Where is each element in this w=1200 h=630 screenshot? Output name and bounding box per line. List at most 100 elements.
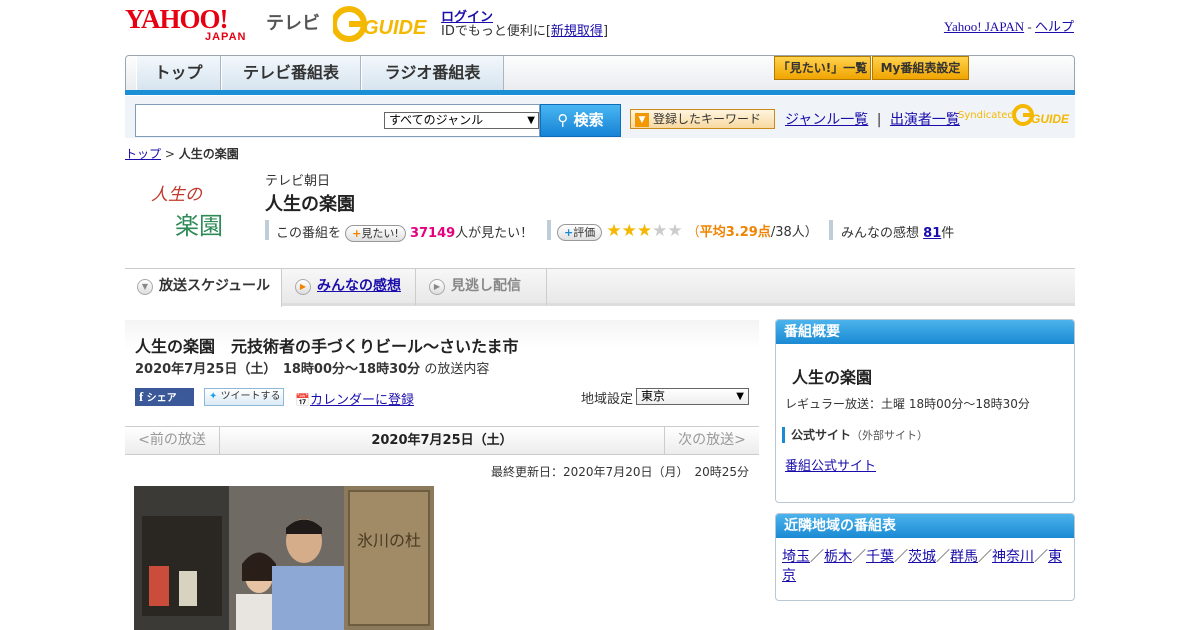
nav-underline xyxy=(125,90,1075,95)
chevron-down-icon: ▼ xyxy=(137,279,153,295)
global-nav: トップ テレビ番組表 ラジオ番組表 「見たい!」一覧 My番組表設定 xyxy=(125,55,1075,95)
official-site-label: 公式サイト xyxy=(791,428,852,442)
region-link-gunma[interactable]: 群馬 xyxy=(950,549,978,565)
tv-label[interactable]: テレビ xyxy=(266,9,320,35)
regular-broadcast: レギュラー放送：土曜 18時00分～18時30分 xyxy=(785,397,1030,411)
tab-schedule-label: 放送スケジュール xyxy=(159,278,271,294)
signup-link[interactable]: 新規取得 xyxy=(551,24,603,39)
top-right-links: Yahoo! JAPAN - ヘルプ xyxy=(944,16,1074,35)
last-updated: 最終更新日：2020年7月20日（月） 20時25分 xyxy=(491,465,749,479)
nav-tab-top[interactable]: トップ xyxy=(136,56,221,90)
tab-schedule[interactable]: ▼ 放送スケジュール xyxy=(125,269,282,307)
external-site-note: （外部サイト） xyxy=(851,429,929,442)
rating-average: 平均3.29点 xyxy=(699,225,771,240)
region-sep: ／ xyxy=(1034,549,1048,565)
star-filled-icons: ★★★ xyxy=(606,221,653,241)
region-sep: ／ xyxy=(936,549,950,565)
program-logo-text-1: 人生の xyxy=(151,185,202,205)
facebook-share-label: シェア xyxy=(146,393,177,404)
mitai-stat-pre: この番組を xyxy=(276,226,342,241)
rating-stat: +評価 ★★★★★ （平均3.29点/38人） xyxy=(557,221,818,241)
my-schedule-button[interactable]: My番組表設定 xyxy=(872,56,969,80)
region-link-chiba[interactable]: 千葉 xyxy=(866,549,894,565)
yahoo-japan-logo[interactable]: YAHOO! JAPAN xyxy=(125,6,263,44)
help-link[interactable]: ヘルプ xyxy=(1035,19,1074,34)
rate-button[interactable]: +評価 xyxy=(557,224,603,241)
chevron-right-icon: ▶ xyxy=(295,279,311,295)
breadcrumb-sep: > xyxy=(161,147,179,161)
program-overview-heading: 番組概要 xyxy=(776,320,1074,344)
region-sep: ／ xyxy=(852,549,866,565)
program-tabs: ▼ 放送スケジュール ▶ みんなの感想 ▶ 見逃し配信 xyxy=(125,268,1075,307)
chevron-right-icon: ▶ xyxy=(429,279,445,295)
star-empty-icons: ★★ xyxy=(652,221,683,241)
rate-button-label: 評価 xyxy=(573,226,596,239)
registered-keywords-button[interactable]: ▼ 登録したキーワード xyxy=(630,109,775,129)
triangle-down-icon: ▼ xyxy=(635,112,649,127)
plus-icon: + xyxy=(564,226,574,239)
rating-count: /38人） xyxy=(770,225,818,240)
facebook-share-button[interactable]: f シェア xyxy=(135,388,194,406)
syndicated-text: Syndicated xyxy=(958,110,1014,121)
nav-tab-tv[interactable]: テレビ番組表 xyxy=(221,56,361,90)
tab-reviews[interactable]: ▶ みんなの感想 xyxy=(283,269,416,305)
region-link-tochigi[interactable]: 栃木 xyxy=(824,549,852,565)
region-link-ibaraki[interactable]: 茨城 xyxy=(908,549,936,565)
facebook-icon: f xyxy=(139,389,147,404)
region-select[interactable]: 東京 ▼ xyxy=(636,388,749,405)
syndicated-gguide-text: GUIDE xyxy=(1031,112,1070,126)
search-links: ジャンル一覧 | 出演者一覧 xyxy=(785,109,960,129)
login-promo: IDでもっと便利に[新規取得] xyxy=(441,20,608,39)
keywords-label: 登録したキーワード xyxy=(653,112,762,126)
region-link-kanagawa[interactable]: 神奈川 xyxy=(992,549,1034,565)
share-row: f シェア ✦ ツイートする 📅カレンダーに登録 xyxy=(135,388,435,408)
next-broadcast-link[interactable]: 次の放送> xyxy=(664,427,759,454)
reviews-stat: みんなの感想 81件 xyxy=(841,222,954,241)
search-links-divider: | xyxy=(876,112,882,128)
mitai-button-label: 見たい! xyxy=(361,227,399,240)
shop-sign-text: 氷川の杜 xyxy=(357,531,421,550)
breadcrumb-top[interactable]: トップ xyxy=(125,147,161,161)
login-promo-post: ] xyxy=(602,24,609,39)
episode-datetime: 2020年7月25日（土） 18時00分～18時30分 xyxy=(135,362,421,377)
search-button[interactable]: ⚲ 検索 xyxy=(540,104,621,137)
login-promo-pre: IDでもっと便利に[ xyxy=(441,24,551,39)
top-sep: - xyxy=(1024,19,1035,34)
region-link-saitama[interactable]: 埼玉 xyxy=(782,549,810,565)
reviews-count-link[interactable]: 81 xyxy=(923,226,941,241)
episode-date: 2020年7月25日（土） 18時00分～18時30分 の放送内容 xyxy=(135,358,489,377)
mitai-count: 37149 xyxy=(409,226,456,241)
program-logo: 人生の 楽園 xyxy=(145,176,245,246)
overview-title: 人生の楽園 xyxy=(792,368,873,387)
stats-divider xyxy=(829,220,833,240)
mitai-list-button[interactable]: 「見たい!」一覧 xyxy=(774,56,871,80)
yahoo-japan-link[interactable]: Yahoo! JAPAN xyxy=(944,19,1024,34)
tab-catchup[interactable]: ▶ 見逃し配信 xyxy=(417,269,547,305)
calendar-register[interactable]: 📅カレンダーに登録 xyxy=(295,389,414,408)
mitai-suffix: 人が見たい！ xyxy=(455,226,534,241)
program-title: 人生の楽園 xyxy=(265,194,355,215)
calendar-icon: 📅 xyxy=(295,393,310,407)
nearby-regions-heading: 近隣地域の番組表 xyxy=(776,514,1074,538)
program-overview-box: 番組概要 人生の楽園 レギュラー放送：土曜 18時00分～18時30分 公式サイ… xyxy=(775,319,1075,503)
genre-select[interactable]: すべてのジャンル ▼ xyxy=(384,112,539,129)
stats-divider xyxy=(547,220,551,240)
nav-tab-radio[interactable]: ラジオ番組表 xyxy=(361,56,504,90)
official-site-link[interactable]: 番組公式サイト xyxy=(785,455,876,474)
region-sep: ／ xyxy=(978,549,992,565)
twitter-bird-icon: ✦ xyxy=(209,391,221,402)
performers-link[interactable]: 出演者一覧 xyxy=(890,112,960,128)
rating-open: （ xyxy=(686,225,700,240)
mitai-button[interactable]: +見たい! xyxy=(345,225,406,242)
tab-reviews-label: みんなの感想 xyxy=(317,278,401,294)
prev-broadcast-link[interactable]: <前の放送 xyxy=(125,427,220,454)
region-select-value: 東京 xyxy=(641,389,666,403)
chevron-down-icon: ▼ xyxy=(527,115,535,126)
episode-title: 人生の楽園 元技術者の手づくりビール～さいたま市 xyxy=(135,337,519,356)
logo-japan-text: JAPAN xyxy=(205,31,247,43)
genre-list-link[interactable]: ジャンル一覧 xyxy=(785,112,868,128)
nearby-regions-box: 近隣地域の番組表 埼玉／栃木／千葉／茨城／群馬／神奈川／東京 xyxy=(775,513,1075,601)
tweet-button[interactable]: ✦ ツイートする xyxy=(204,388,284,406)
syndicated-logo: Syndicated GUIDE xyxy=(958,103,1073,127)
g-guide-logo[interactable]: GUIDE xyxy=(331,6,433,42)
